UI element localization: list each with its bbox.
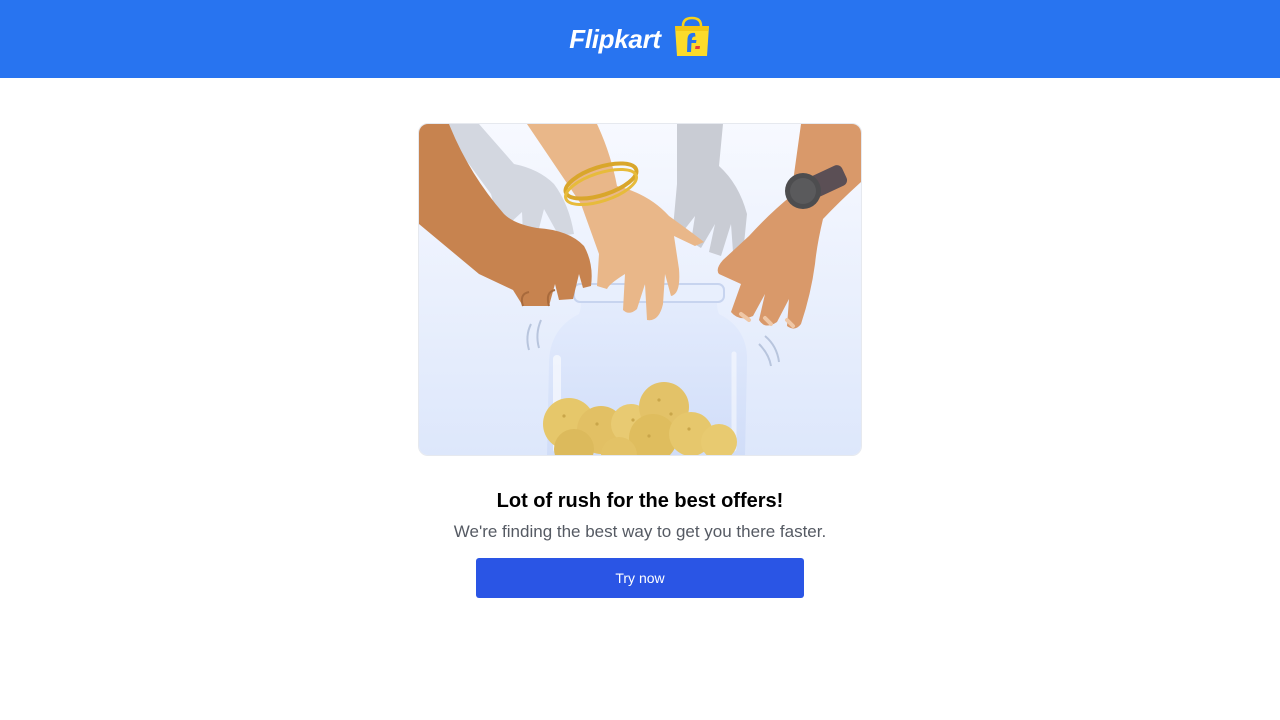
top-header-bar: Flipkart	[0, 0, 1280, 78]
flipkart-shopping-bag-icon	[674, 16, 709, 56]
page-subtext: We're finding the best way to get you th…	[453, 522, 827, 541]
brand-name: Flipkart	[569, 23, 661, 54]
main-content: Lot of rush for the best offers! We're f…	[0, 78, 1280, 598]
brand-logo[interactable]: Flipkart	[569, 16, 713, 58]
try-now-button[interactable]: Try now	[476, 558, 804, 598]
page-headline: Lot of rush for the best offers!	[496, 490, 784, 512]
hands-jar-illustration	[419, 124, 861, 455]
rush-illustration	[418, 123, 862, 456]
